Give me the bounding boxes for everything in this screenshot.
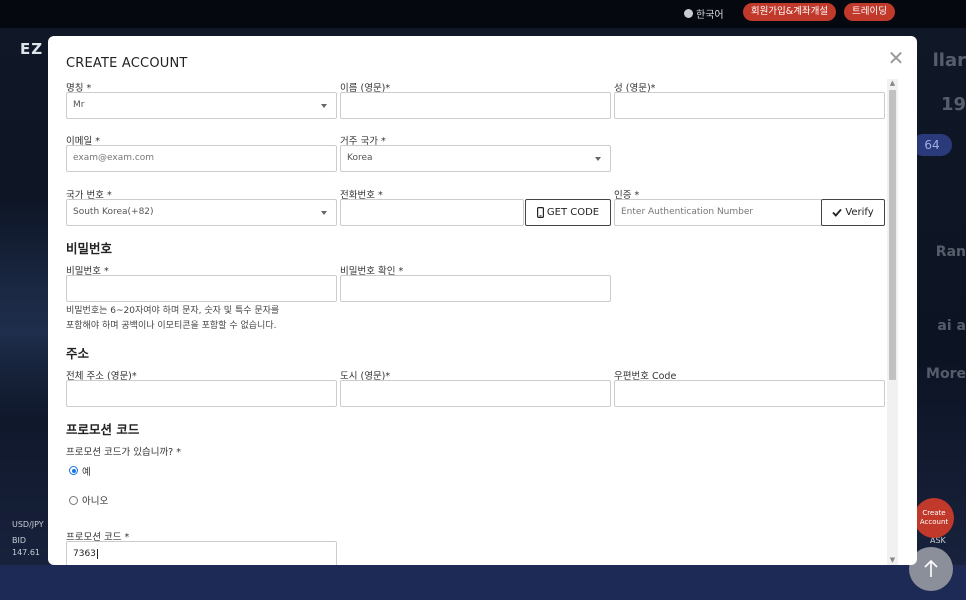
email-field[interactable]: exam@exam.com [66, 145, 337, 172]
address-section-title: 주소 [66, 346, 90, 361]
ticker-bid-label: BID [12, 536, 27, 545]
country-select-value: Korea [347, 153, 373, 163]
country-code-value: South Korea(+82) [73, 207, 154, 217]
signup-button[interactable]: 회원가입&계좌개설 [743, 3, 836, 21]
country-code-select[interactable]: South Korea(+82) [66, 199, 337, 226]
bg-text-fragment: 19 [940, 94, 966, 115]
chart-candles-decoration [0, 200, 48, 420]
password-section-title: 비밀번호 [66, 241, 113, 256]
promo-code-input[interactable]: 7363 [66, 541, 337, 565]
ticker-pair: USD/JPY [12, 520, 44, 529]
chevron-down-icon [595, 157, 601, 161]
create-account-modal: CREATE ACCOUNT ✕ 명칭 * Mr 이름 (영문)* 성 (영문)… [48, 36, 917, 565]
password-hint: 비밀번호는 6~20자여야 하며 문자, 숫자 및 특수 문자를 포함해야 하며… [66, 304, 279, 334]
modal-scrollbar[interactable]: ▲ ▼ [887, 79, 898, 565]
bg-text-fragment: ai a [937, 318, 966, 334]
phone-input[interactable] [340, 199, 524, 226]
title-select[interactable]: Mr [66, 92, 337, 119]
city-input[interactable] [340, 380, 611, 407]
first-name-input[interactable] [340, 92, 611, 119]
promo-no-radio[interactable] [69, 496, 78, 505]
auth-code-input[interactable]: Enter Authentication Number [614, 199, 822, 226]
bottom-banner [0, 565, 966, 600]
chevron-down-icon [321, 211, 327, 215]
promo-yes-radio[interactable] [69, 466, 78, 475]
scroll-up-icon[interactable]: ▲ [889, 80, 896, 87]
modal-title: CREATE ACCOUNT [66, 56, 188, 71]
email-placeholder: exam@exam.com [73, 153, 155, 163]
promo-yes-label: 예 [82, 467, 91, 478]
language-label: 한국어 [696, 10, 724, 21]
scrollbar-thumb[interactable] [889, 90, 896, 380]
bg-text-fragment: More [926, 366, 966, 382]
language-selector[interactable]: 한국어 [684, 6, 724, 21]
get-code-button[interactable]: GET CODE [525, 199, 611, 226]
bg-text-fragment: llar [932, 50, 966, 71]
promo-question: 프로모션 코드가 있습니까? * [66, 447, 181, 458]
text-cursor [96, 549, 98, 559]
bg-text-fragment: Ran [935, 244, 966, 260]
password-field[interactable] [66, 275, 337, 302]
password-hint-line: 포함해야 하며 공백이나 이모티콘을 포함할 수 없습니다. [66, 321, 277, 331]
arrow-up-icon [924, 559, 938, 577]
brand-logo[interactable]: EZ [20, 40, 43, 58]
globe-icon [684, 9, 693, 18]
get-code-label: GET CODE [546, 207, 600, 218]
check-icon [832, 208, 842, 217]
promo-section-title: 프로모션 코드 [66, 422, 140, 437]
close-icon[interactable]: ✕ [886, 48, 906, 68]
full-address-input[interactable] [66, 380, 337, 407]
promo-code-value: 7363 [73, 549, 96, 559]
password-hint-line: 비밀번호는 6~20자여야 하며 문자, 숫자 및 특수 문자를 [66, 306, 280, 316]
trading-button[interactable]: 트레이딩 [844, 3, 895, 21]
auth-placeholder: Enter Authentication Number [621, 207, 754, 217]
create-account-fab[interactable]: Create Account [914, 498, 954, 538]
title-select-value: Mr [73, 100, 85, 110]
password-confirm-field[interactable] [340, 275, 611, 302]
postal-code-input[interactable] [614, 380, 885, 407]
scroll-down-icon[interactable]: ▼ [889, 557, 896, 564]
verify-label: Verify [845, 207, 874, 218]
ticker-bid-value: 147.61 [12, 548, 40, 557]
mobile-phone-icon [536, 207, 544, 218]
promo-no-label: 아니오 [82, 496, 109, 507]
country-select[interactable]: Korea [340, 145, 611, 172]
verify-button[interactable]: Verify [821, 199, 885, 226]
bg-badge: 64 [912, 134, 952, 156]
chevron-down-icon [321, 104, 327, 108]
last-name-input[interactable] [614, 92, 885, 119]
